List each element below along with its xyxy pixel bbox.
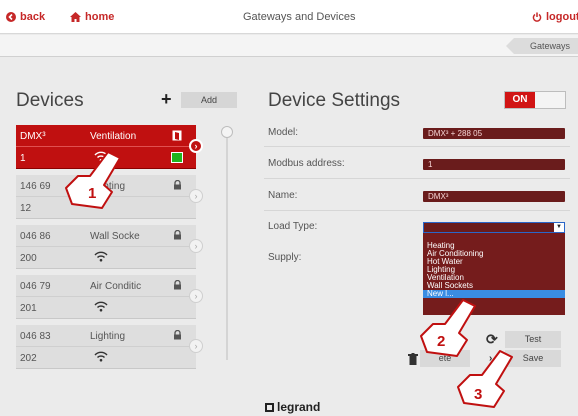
divider (264, 210, 570, 211)
chevron-right-icon[interactable]: › (189, 189, 203, 203)
device-type: Lighting (90, 331, 126, 342)
power-icon (532, 12, 542, 22)
divider (264, 178, 570, 179)
device-model: 046 79 (20, 281, 51, 292)
chevron-right-icon[interactable]: › (189, 289, 203, 303)
back-button[interactable]: back (6, 11, 45, 23)
modbus-address-field[interactable]: 1 (423, 159, 565, 170)
legrand-logo: legrand (265, 400, 320, 414)
breadcrumb-bar: Gateways (0, 35, 578, 57)
toggle-on-label: ON (505, 92, 535, 108)
load-type-select[interactable]: ▼ (423, 222, 565, 233)
device-model: 046 86 (20, 231, 51, 242)
home-button[interactable]: home (70, 11, 114, 23)
wifi-icon (86, 297, 156, 319)
device-address: 200 (20, 253, 37, 264)
supply-label: Supply: (268, 252, 302, 263)
devices-heading: Devices (16, 90, 84, 111)
load-type-label: Load Type: (268, 221, 318, 232)
device-card-3[interactable]: 046 86 Wall Socke 200 › (16, 225, 203, 269)
logout-button[interactable]: logout (532, 11, 578, 23)
chevron-right-icon[interactable]: › (189, 339, 203, 353)
logo-mark-icon (265, 403, 274, 412)
add-device-button[interactable]: Add (181, 92, 237, 108)
page-title: Gateways and Devices (243, 11, 356, 23)
device-address: 201 (20, 303, 37, 314)
top-bar: back home Gateways and Devices logout (0, 0, 578, 34)
back-icon (6, 12, 16, 22)
wifi-icon (86, 247, 156, 269)
chevron-right-icon[interactable]: › (189, 139, 203, 153)
device-card-4[interactable]: 046 79 Air Conditic 201 › (16, 275, 203, 319)
device-address: 202 (20, 353, 37, 364)
logout-label: logout (546, 11, 578, 23)
on-off-toggle[interactable]: ON (504, 91, 566, 109)
breadcrumb-gateways[interactable]: Gateways (506, 38, 578, 54)
back-label: back (20, 11, 46, 23)
modbus-address-label: Modbus address: (268, 158, 345, 169)
dropdown-arrow-icon[interactable]: ▼ (554, 223, 564, 232)
model-label: Model: (268, 127, 299, 138)
annotation-number-3: 3 (474, 386, 482, 403)
scrollbar-track[interactable] (226, 130, 228, 360)
device-model: 046 83 (20, 331, 51, 342)
wifi-icon (86, 347, 156, 369)
hand-pointer-icon-3: 3 (457, 350, 513, 408)
name-label: Name: (268, 190, 298, 201)
device-type: Air Conditic (90, 281, 142, 292)
name-field[interactable]: DMX³ (423, 191, 565, 202)
scrollbar-thumb[interactable] (221, 126, 233, 138)
brand-name: legrand (277, 400, 321, 414)
device-card-5[interactable]: 046 83 Lighting 202 › (16, 325, 203, 369)
annotation-number-1: 1 (88, 185, 96, 202)
divider (264, 146, 570, 147)
model-field: DMX³ + 288 05 (423, 128, 565, 139)
add-plus-icon[interactable]: + (161, 90, 172, 108)
device-type: Wall Socke (90, 231, 140, 242)
home-label: home (85, 11, 115, 23)
chevron-right-icon[interactable]: › (189, 239, 203, 253)
home-icon (70, 12, 81, 22)
settings-heading: Device Settings (268, 90, 401, 111)
hand-pointer-icon-1: 1 (65, 151, 121, 209)
